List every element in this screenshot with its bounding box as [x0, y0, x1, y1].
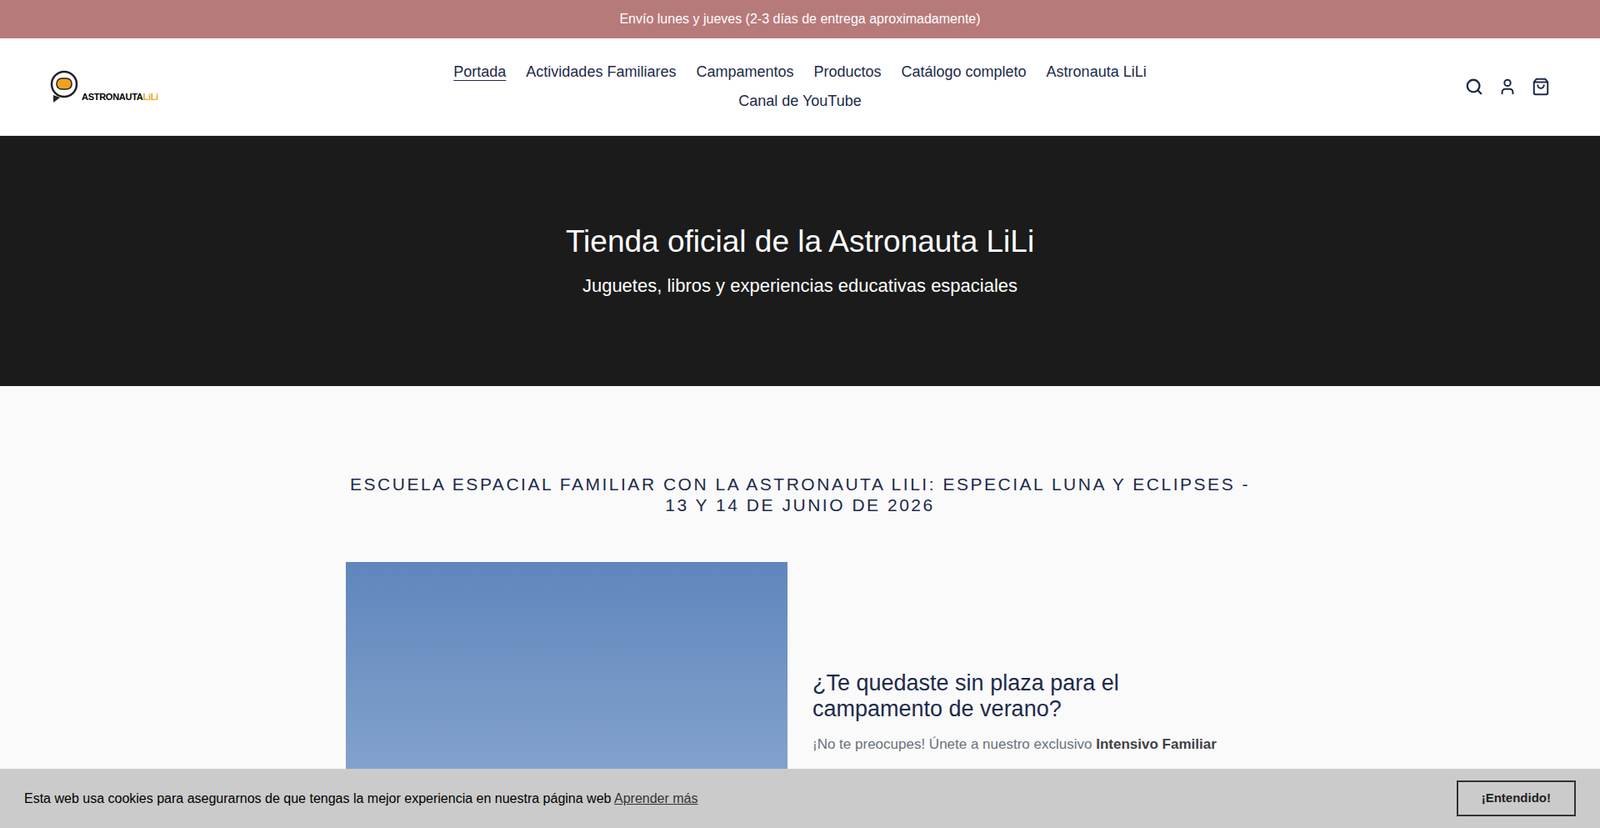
- header: ASTRONAUTALiLi Portada Actividades Familia…: [0, 38, 1600, 136]
- main-nav: Portada Actividades Familiares Campamentos…: [250, 60, 1350, 113]
- cart-icon[interactable]: [1531, 77, 1550, 96]
- logo[interactable]: ASTRONAUTALiLi: [50, 70, 250, 104]
- header-icons: [1350, 77, 1550, 96]
- account-icon[interactable]: [1498, 77, 1517, 96]
- cookie-link[interactable]: Aprender más: [614, 790, 699, 805]
- nav-item[interactable]: Portada: [448, 63, 511, 80]
- section-heading: ESCUELA ESPACIAL FAMILIAR CON LA ASTRONA…: [345, 473, 1255, 515]
- nav-item[interactable]: Catálogo completo: [896, 63, 1032, 80]
- feature-section: ESCUELA ESPACIAL FAMILIAR CON LA ASTRONA…: [0, 385, 1600, 828]
- cookie-text: Esta web usa cookies para asegurarnos de…: [24, 788, 699, 809]
- nav-item[interactable]: Astronauta LiLi: [1041, 63, 1152, 80]
- hero-title: Tienda oficial de la Astronauta LiLi: [565, 222, 1035, 261]
- nav-item[interactable]: Actividades Familiares: [520, 63, 681, 80]
- nav-item[interactable]: Canal de YouTube: [733, 92, 866, 110]
- feature-paragraph: ¡No te preocupes! Únete a nuestro exclus…: [812, 733, 1255, 755]
- logo-accent: LiLi: [142, 91, 158, 102]
- cookie-bar: Esta web usa cookies para asegurarnos de…: [0, 768, 1600, 828]
- page: Envío lunes y jueves (2-3 días de entreg…: [0, 0, 1600, 828]
- cookie-accept-button[interactable]: ¡Entendido!: [1456, 780, 1576, 816]
- hero: Tienda oficial de la Astronauta LiLi Jugu…: [0, 135, 1600, 386]
- search-icon[interactable]: [1465, 77, 1484, 96]
- feature-heading: ¿Te quedaste sin plaza para el campament…: [812, 670, 1255, 722]
- hero-subtitle: Juguetes, libros y experiencias educativ…: [582, 271, 1018, 300]
- nav-item[interactable]: Campamentos: [690, 63, 799, 80]
- logo-brand: ASTRONAUTA: [81, 91, 143, 102]
- helmet-logo-icon: [50, 70, 79, 104]
- announcement-bar: Envío lunes y jueves (2-3 días de entreg…: [0, 0, 1600, 39]
- nav-item[interactable]: Productos: [808, 63, 886, 80]
